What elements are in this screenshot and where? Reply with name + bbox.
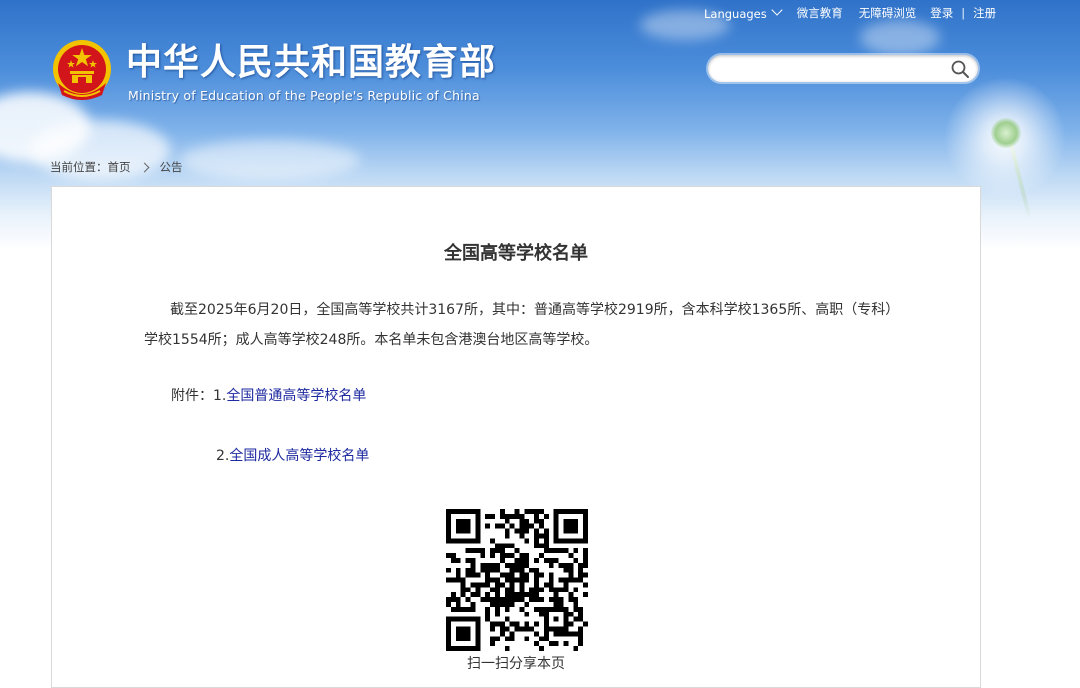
dandelion-decoration xyxy=(945,78,1065,198)
article-paragraph: 截至2025年6月20日，全国高等学校共计3167所，其中：普通高等学校2919… xyxy=(144,302,900,348)
breadcrumb-label: 当前位置： xyxy=(50,160,108,174)
attachment-number: 2. xyxy=(216,448,230,464)
site-logo-title[interactable]: 中华人民共和国教育部 xyxy=(126,40,496,86)
languages-menu[interactable]: Languages xyxy=(704,3,783,21)
attachment-link-regular-universities[interactable]: 全国普通高等学校名单 xyxy=(226,388,366,404)
register-link[interactable]: 注册 xyxy=(973,5,996,21)
qr-code xyxy=(446,509,588,651)
link-separator: | xyxy=(961,6,966,20)
chevron-down-icon xyxy=(771,3,783,16)
accessibility-link[interactable]: 无障碍浏览 xyxy=(859,5,917,21)
attachment-label: 附件： xyxy=(171,388,213,404)
attachment-row-2: 2.全国成人高等学校名单 xyxy=(216,445,369,465)
cloud-decoration xyxy=(180,140,360,180)
attachment-number: 1. xyxy=(213,388,227,404)
login-link[interactable]: 登录 xyxy=(930,5,953,21)
article-panel: 全国高等学校名单 截至2025年6月20日，全国高等学校共计3167所，其中：普… xyxy=(51,186,981,688)
breadcrumb-current-link[interactable]: 公告 xyxy=(160,159,183,175)
cloud-decoration xyxy=(860,20,940,55)
article-title: 全国高等学校名单 xyxy=(444,243,588,264)
search-icon[interactable] xyxy=(950,59,970,79)
breadcrumb-home-link[interactable]: 首页 xyxy=(108,159,131,175)
search-input[interactable] xyxy=(720,59,952,80)
search-box xyxy=(708,55,978,82)
attachment-row-1: 附件：1.全国普通高等学校名单 xyxy=(171,385,366,405)
site-logo-subtitle: Ministry of Education of the People's Re… xyxy=(128,88,480,103)
breadcrumb: 当前位置： 首页 公告 xyxy=(50,159,183,175)
qr-caption: 扫一扫分享本页 xyxy=(467,656,565,672)
attachment-link-adult-universities[interactable]: 全国成人高等学校名单 xyxy=(229,448,369,464)
top-links: Languages 微言教育 无障碍浏览 登录 | 注册 xyxy=(704,3,996,21)
chevron-right-icon xyxy=(139,162,149,172)
weibo-link[interactable]: 微言教育 xyxy=(797,5,843,21)
national-emblem-icon[interactable] xyxy=(52,39,112,103)
